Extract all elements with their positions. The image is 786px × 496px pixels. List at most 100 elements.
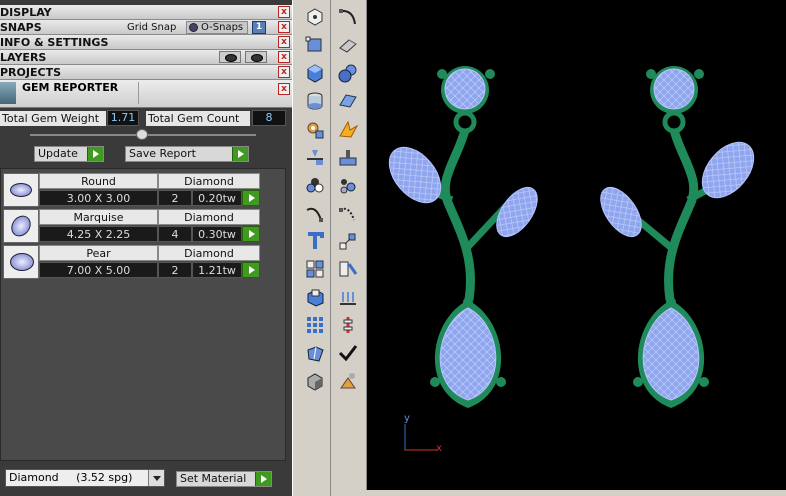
plane-surface-icon[interactable] (337, 90, 359, 112)
box-solid-icon[interactable] (304, 62, 326, 84)
layers-panel-header[interactable]: LAYERS x (0, 50, 292, 65)
select-gem-button[interactable] (242, 190, 260, 206)
material-select-value: Diamond (3.52 spg) (9, 471, 133, 484)
deform-icon[interactable] (337, 258, 359, 280)
earring-right (600, 66, 755, 408)
surface-bend-icon[interactable] (337, 34, 359, 56)
gem-material: Diamond (158, 173, 260, 189)
update-label: Update (38, 147, 78, 160)
earring-left (388, 66, 538, 408)
shell-icon[interactable] (304, 342, 326, 364)
ring-rail-icon[interactable] (337, 314, 359, 336)
gem-set-icon[interactable] (337, 174, 359, 196)
total-gem-count-label: Total Gem Count (146, 111, 250, 126)
boolean-icon[interactable] (337, 146, 359, 168)
earring-model (388, 66, 755, 451)
snaps-panel-header[interactable]: SNAPS Grid Snap O-Snaps 1 x (0, 20, 292, 35)
save-report-button[interactable]: Save Report (125, 146, 249, 162)
gem-material: Diamond (158, 209, 260, 225)
layers-panel-title: LAYERS (0, 51, 47, 64)
split-icon[interactable] (304, 146, 326, 168)
spheres-icon[interactable] (337, 62, 359, 84)
save-report-label: Save Report (129, 147, 196, 160)
material-bar: Diamond (3.52 spg) Set Material (0, 464, 292, 496)
gem-cluster-icon[interactable] (304, 174, 326, 196)
chevron-down-icon[interactable] (148, 470, 164, 486)
gem-shape: Pear (39, 245, 158, 261)
total-gem-weight-label: Total Gem Weight (0, 111, 106, 126)
gem-count: 2 (158, 262, 192, 278)
explode-icon[interactable] (337, 118, 359, 140)
render-icon[interactable] (337, 370, 359, 392)
info-panel-title: INFO & SETTINGS (0, 36, 109, 49)
display-panel-header[interactable]: DISPLAY x (0, 5, 292, 20)
snaps-panel-title: SNAPS (0, 21, 42, 34)
divider (330, 0, 331, 496)
scale-icon[interactable] (337, 230, 359, 252)
cylinder-icon[interactable] (304, 90, 326, 112)
axis-indicator (404, 424, 437, 451)
close-icon[interactable]: x (278, 83, 290, 95)
close-icon[interactable]: x (278, 21, 290, 33)
gem-count: 2 (158, 190, 192, 206)
gem-weight: 0.30tw (192, 226, 242, 242)
transform-icon[interactable] (304, 34, 326, 56)
gem-reporter-icon (0, 82, 16, 104)
info-panel-header[interactable]: INFO & SETTINGS x (0, 35, 292, 50)
panel-resize-handle[interactable] (136, 129, 148, 140)
gem-count: 4 (158, 226, 192, 242)
arc-curve-icon[interactable] (337, 6, 359, 28)
axis-x-label: x (436, 443, 442, 454)
close-icon[interactable]: x (278, 66, 290, 78)
curve-points-icon[interactable] (337, 202, 359, 224)
select-gem-button[interactable] (242, 226, 260, 242)
gem-material: Diamond (158, 245, 260, 261)
3d-viewport[interactable]: y x (366, 0, 786, 490)
close-icon[interactable]: x (278, 51, 290, 63)
round-gem-icon (3, 173, 39, 207)
gem-reporter-title: GEM REPORTER (22, 81, 119, 94)
set-material-label: Set Material (180, 472, 247, 485)
gem-row-round[interactable]: Round Diamond 3.00 X 3.00 2 0.20tw (3, 173, 260, 207)
select-gem-button[interactable] (242, 262, 260, 278)
divider (138, 82, 139, 104)
gear-icon[interactable] (304, 118, 326, 140)
checkmark-icon[interactable] (337, 342, 359, 364)
eye-icon[interactable] (245, 51, 267, 63)
tool-palette (292, 0, 366, 496)
axis-y-label: y (404, 413, 410, 424)
total-gem-weight-value: 1.71 (107, 110, 139, 126)
gem-list: Round Diamond 3.00 X 3.00 2 0.20tw Marqu… (0, 168, 286, 461)
extrude-icon[interactable] (304, 286, 326, 308)
osnaps-settings-button[interactable]: 1 (252, 21, 266, 34)
polygon-icon[interactable] (304, 6, 326, 28)
display-panel-title: DISPLAY (0, 6, 52, 19)
set-material-button[interactable]: Set Material (176, 471, 272, 487)
text-icon[interactable] (304, 230, 326, 252)
cube-solid-icon[interactable] (304, 370, 326, 392)
gem-shape: Marquise (39, 209, 158, 225)
osnaps-toggle[interactable]: O-Snaps (186, 21, 248, 34)
grid-array-icon[interactable] (304, 314, 326, 336)
align-icon[interactable] (337, 286, 359, 308)
gem-size: 4.25 X 2.25 (39, 226, 158, 242)
gem-weight: 1.21tw (192, 262, 242, 278)
update-button[interactable]: Update (34, 146, 104, 162)
pear-gem-icon (3, 245, 39, 279)
gem-row-pear[interactable]: Pear Diamond 7.00 X 5.00 2 1.21tw (3, 245, 260, 279)
hidden-eye-icon[interactable] (219, 51, 241, 63)
gem-size: 7.00 X 5.00 (39, 262, 158, 278)
gem-weight: 0.20tw (192, 190, 242, 206)
array-icon[interactable] (304, 258, 326, 280)
gem-shape: Round (39, 173, 158, 189)
left-panel: DISPLAY x SNAPS Grid Snap O-Snaps 1 x IN… (0, 0, 292, 496)
gem-size: 3.00 X 3.00 (39, 190, 158, 206)
grid-snap-toggle[interactable]: Grid Snap (127, 20, 176, 35)
close-icon[interactable]: x (278, 6, 290, 18)
gem-row-marquise[interactable]: Marquise Diamond 4.25 X 2.25 4 0.30tw (3, 209, 260, 243)
close-icon[interactable]: x (278, 36, 290, 48)
material-select[interactable]: Diamond (3.52 spg) (5, 469, 165, 487)
play-arrow-icon (87, 147, 103, 161)
projects-panel-header[interactable]: PROJECTS x (0, 65, 292, 80)
curve-edit-icon[interactable] (304, 202, 326, 224)
